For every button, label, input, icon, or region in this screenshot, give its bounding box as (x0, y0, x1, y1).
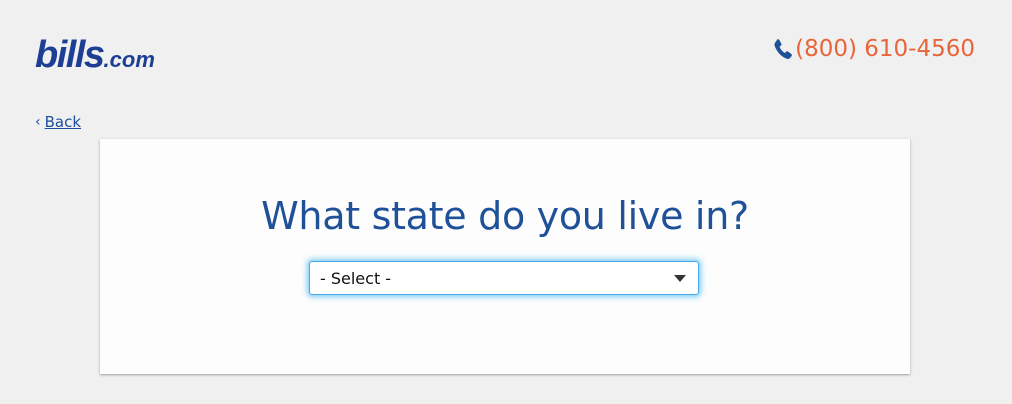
question-card: What state do you live in? - Select - (100, 139, 910, 374)
phone-number-link[interactable]: (800) 610-4560 (773, 36, 975, 62)
bills-logo[interactable]: bills.com (35, 36, 155, 74)
question-heading: What state do you live in? (261, 194, 749, 238)
phone-icon (773, 38, 793, 60)
caret-down-icon (674, 274, 686, 282)
logo-tld: .com (103, 47, 155, 72)
chevron-left-icon: ‹ (35, 114, 41, 130)
state-select-value: - Select - (320, 268, 392, 288)
back-link-label: Back (44, 113, 82, 131)
logo-wordmark: bills (35, 34, 105, 76)
phone-number-text: (800) 610-4560 (795, 36, 975, 62)
back-link[interactable]: ‹ Back (35, 113, 81, 131)
state-select[interactable]: - Select - (309, 261, 699, 295)
